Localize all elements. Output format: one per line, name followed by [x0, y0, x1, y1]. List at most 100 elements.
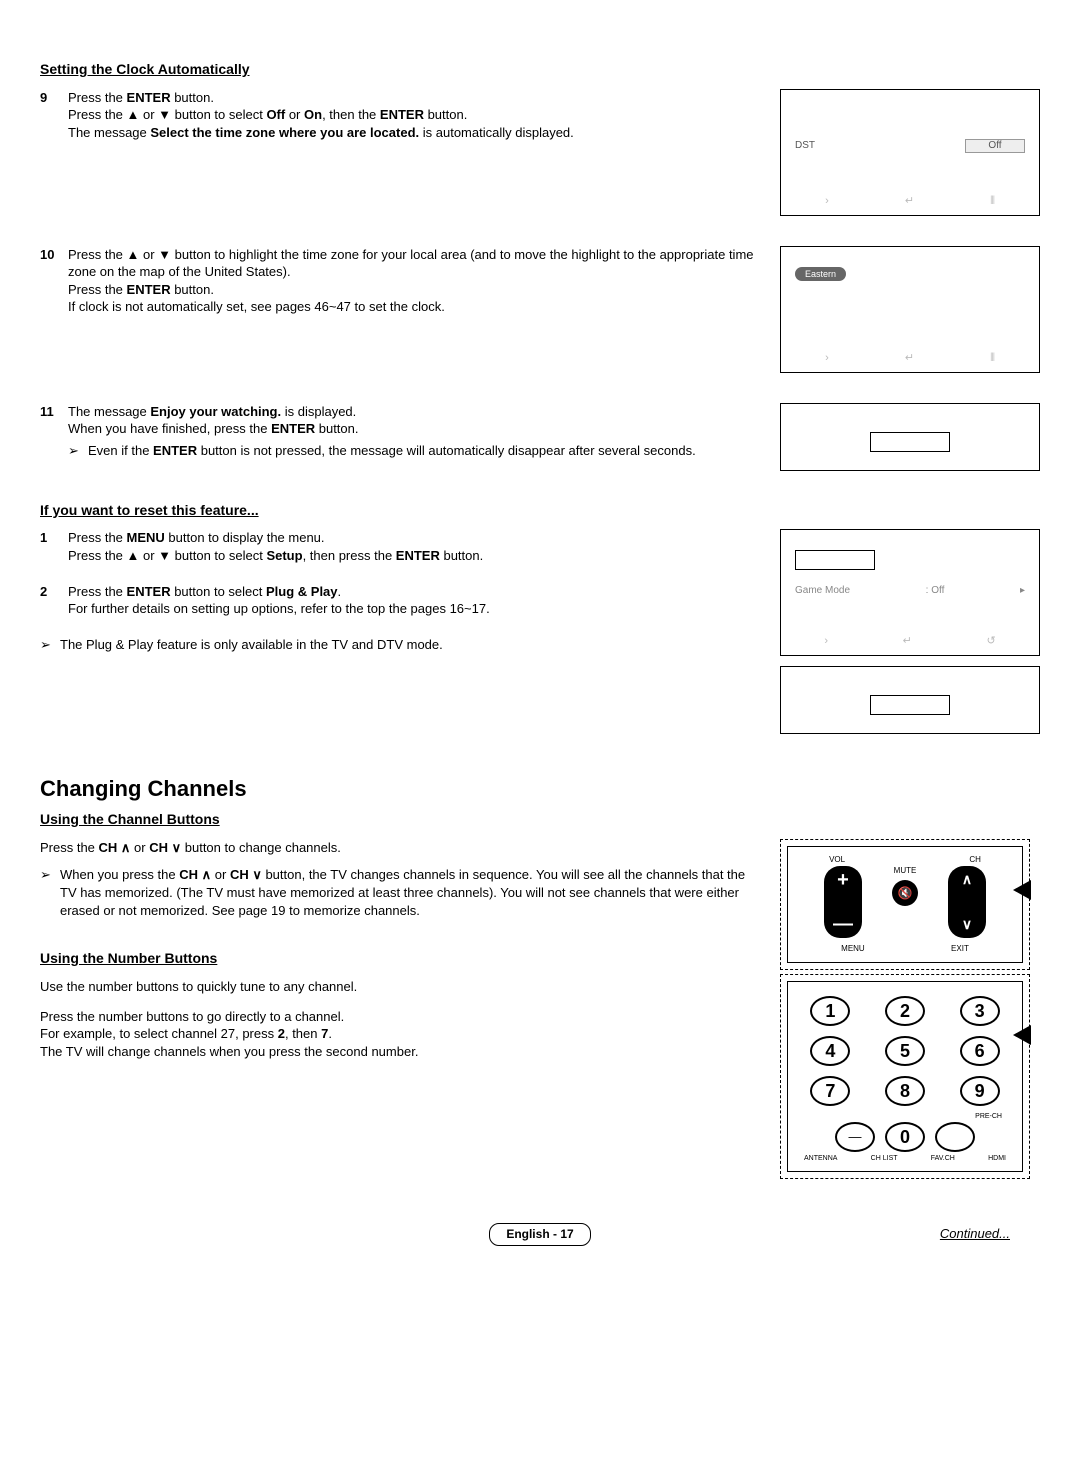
channel-rocker[interactable]: ∧ ∨ [948, 866, 986, 938]
enter-icon: ↵ [905, 194, 914, 209]
text: The message [68, 404, 150, 419]
osd-value: : Off [926, 584, 945, 598]
text: When you press the [60, 867, 179, 882]
enter-icon: ↵ [903, 634, 912, 649]
step-number: 1 [40, 529, 68, 564]
prech-label: PRE-CH [798, 1112, 1012, 1121]
note-arrow-icon: ➢ [68, 442, 88, 460]
heading-clock: Setting the Clock Automatically [40, 60, 1040, 79]
menu-label: MENU [841, 944, 865, 955]
step-number: 9 [40, 89, 68, 142]
text: For example, to select channel 27, press [40, 1026, 278, 1041]
text: Press the [68, 584, 127, 599]
num-3-button[interactable]: 3 [960, 996, 1000, 1026]
text: , then the [322, 107, 380, 122]
prech-button[interactable] [935, 1122, 975, 1152]
page-number: English - 17 [489, 1223, 590, 1245]
text-bold: CH [179, 867, 201, 882]
note-arrow-icon: ➢ [40, 866, 60, 919]
text: button. [171, 90, 214, 105]
osd-setup: Game Mode : Off ▸ › ↵ ↺ [780, 529, 1040, 656]
chevron-down-icon: ∨ [172, 840, 182, 855]
heading-changing-channels: Changing Channels [40, 774, 1040, 804]
text: or [211, 867, 230, 882]
subheading-channel-buttons: Using the Channel Buttons [40, 810, 1040, 829]
text: Press the ▲ or ▼ button to select [68, 548, 266, 563]
text: . [328, 1026, 332, 1041]
text: Press the [40, 840, 99, 855]
reset-step-2: 2 Press the ENTER button to select Plug … [40, 583, 760, 618]
text-bold: ENTER [127, 282, 171, 297]
chlist-label: CH LIST [871, 1154, 898, 1163]
minus-icon: — [833, 914, 853, 934]
num-0-button[interactable]: 0 [885, 1122, 925, 1152]
osd-arrow-icon: ▸ [1020, 584, 1025, 598]
text: button. [440, 548, 483, 563]
osd-value: Off [965, 139, 1025, 153]
text: or [285, 107, 304, 122]
num-7-button[interactable]: 7 [810, 1076, 850, 1106]
text: When you have finished, press the [68, 421, 271, 436]
text-bold: Plug & Play [266, 584, 338, 599]
text-bold: CH [99, 840, 121, 855]
text: The message [68, 125, 150, 140]
skip-icon: ⫴ [990, 194, 995, 209]
subheading-number-buttons: Using the Number Buttons [40, 949, 760, 968]
text: button. [171, 282, 214, 297]
exit-label: EXIT [951, 944, 969, 955]
text: The Plug & Play feature is only availabl… [60, 636, 443, 654]
num-2-button[interactable]: 2 [885, 996, 925, 1026]
osd-label: Game Mode [795, 584, 850, 598]
text: Press the [68, 282, 127, 297]
enter-icon: ↵ [905, 351, 914, 366]
num-5-button[interactable]: 5 [885, 1036, 925, 1066]
text-bold: ENTER [127, 90, 171, 105]
num-4-button[interactable]: 4 [810, 1036, 850, 1066]
text-bold: On [304, 107, 322, 122]
move-icon: › [824, 634, 828, 649]
text: button to display the menu. [165, 530, 325, 545]
reset-step-1: 1 Press the MENU button to display the m… [40, 529, 760, 564]
text: If clock is not automatically set, see p… [68, 298, 760, 316]
hdmi-label: HDMI [988, 1154, 1006, 1163]
text-bold: Select the time zone where you are locat… [150, 125, 419, 140]
text-bold: 2 [278, 1026, 285, 1041]
chevron-up-icon: ∧ [202, 867, 212, 882]
note-arrow-icon: ➢ [40, 636, 60, 654]
text: Press the number buttons to go directly … [40, 1008, 760, 1026]
step-number: 11 [40, 403, 68, 460]
text: For further details on setting up option… [68, 600, 760, 618]
favch-label: FAV.CH [931, 1154, 955, 1163]
text: Press the ▲ or ▼ button to select [68, 107, 266, 122]
chevron-up-icon: ∧ [121, 840, 131, 855]
text-bold: Off [266, 107, 285, 122]
step-10: 10 Press the ▲ or ▼ button to highlight … [40, 246, 760, 316]
return-icon: ↺ [986, 634, 995, 649]
text: button is not pressed, the message will … [197, 443, 696, 458]
text: button. [424, 107, 467, 122]
text: Even if the [88, 443, 153, 458]
plus-icon: + [837, 870, 849, 890]
ch-label: CH [969, 855, 981, 866]
text: , then [285, 1026, 321, 1041]
dash-button[interactable]: — [835, 1122, 875, 1152]
mute-button[interactable]: 🔇 [892, 880, 918, 906]
chevron-down-icon: ∨ [252, 867, 262, 882]
text-bold: ENTER [396, 548, 440, 563]
num-6-button[interactable]: 6 [960, 1036, 1000, 1066]
empty-rect-icon [870, 695, 950, 715]
text: is displayed. [281, 404, 356, 419]
text: button to change channels. [181, 840, 341, 855]
num-9-button[interactable]: 9 [960, 1076, 1000, 1106]
num-8-button[interactable]: 8 [885, 1076, 925, 1106]
volume-rocker[interactable]: + — [824, 866, 862, 938]
skip-icon: ⫴ [990, 351, 995, 366]
text-bold: ENTER [127, 584, 171, 599]
text-bold: CH [149, 840, 171, 855]
text: is automatically displayed. [419, 125, 574, 140]
osd-plug-play [780, 666, 1040, 734]
num-1-button[interactable]: 1 [810, 996, 850, 1026]
text: Use the number buttons to quickly tune t… [40, 978, 760, 996]
step-number: 2 [40, 583, 68, 618]
osd-dst: DST Off › ↵ ⫴ [780, 89, 1040, 216]
